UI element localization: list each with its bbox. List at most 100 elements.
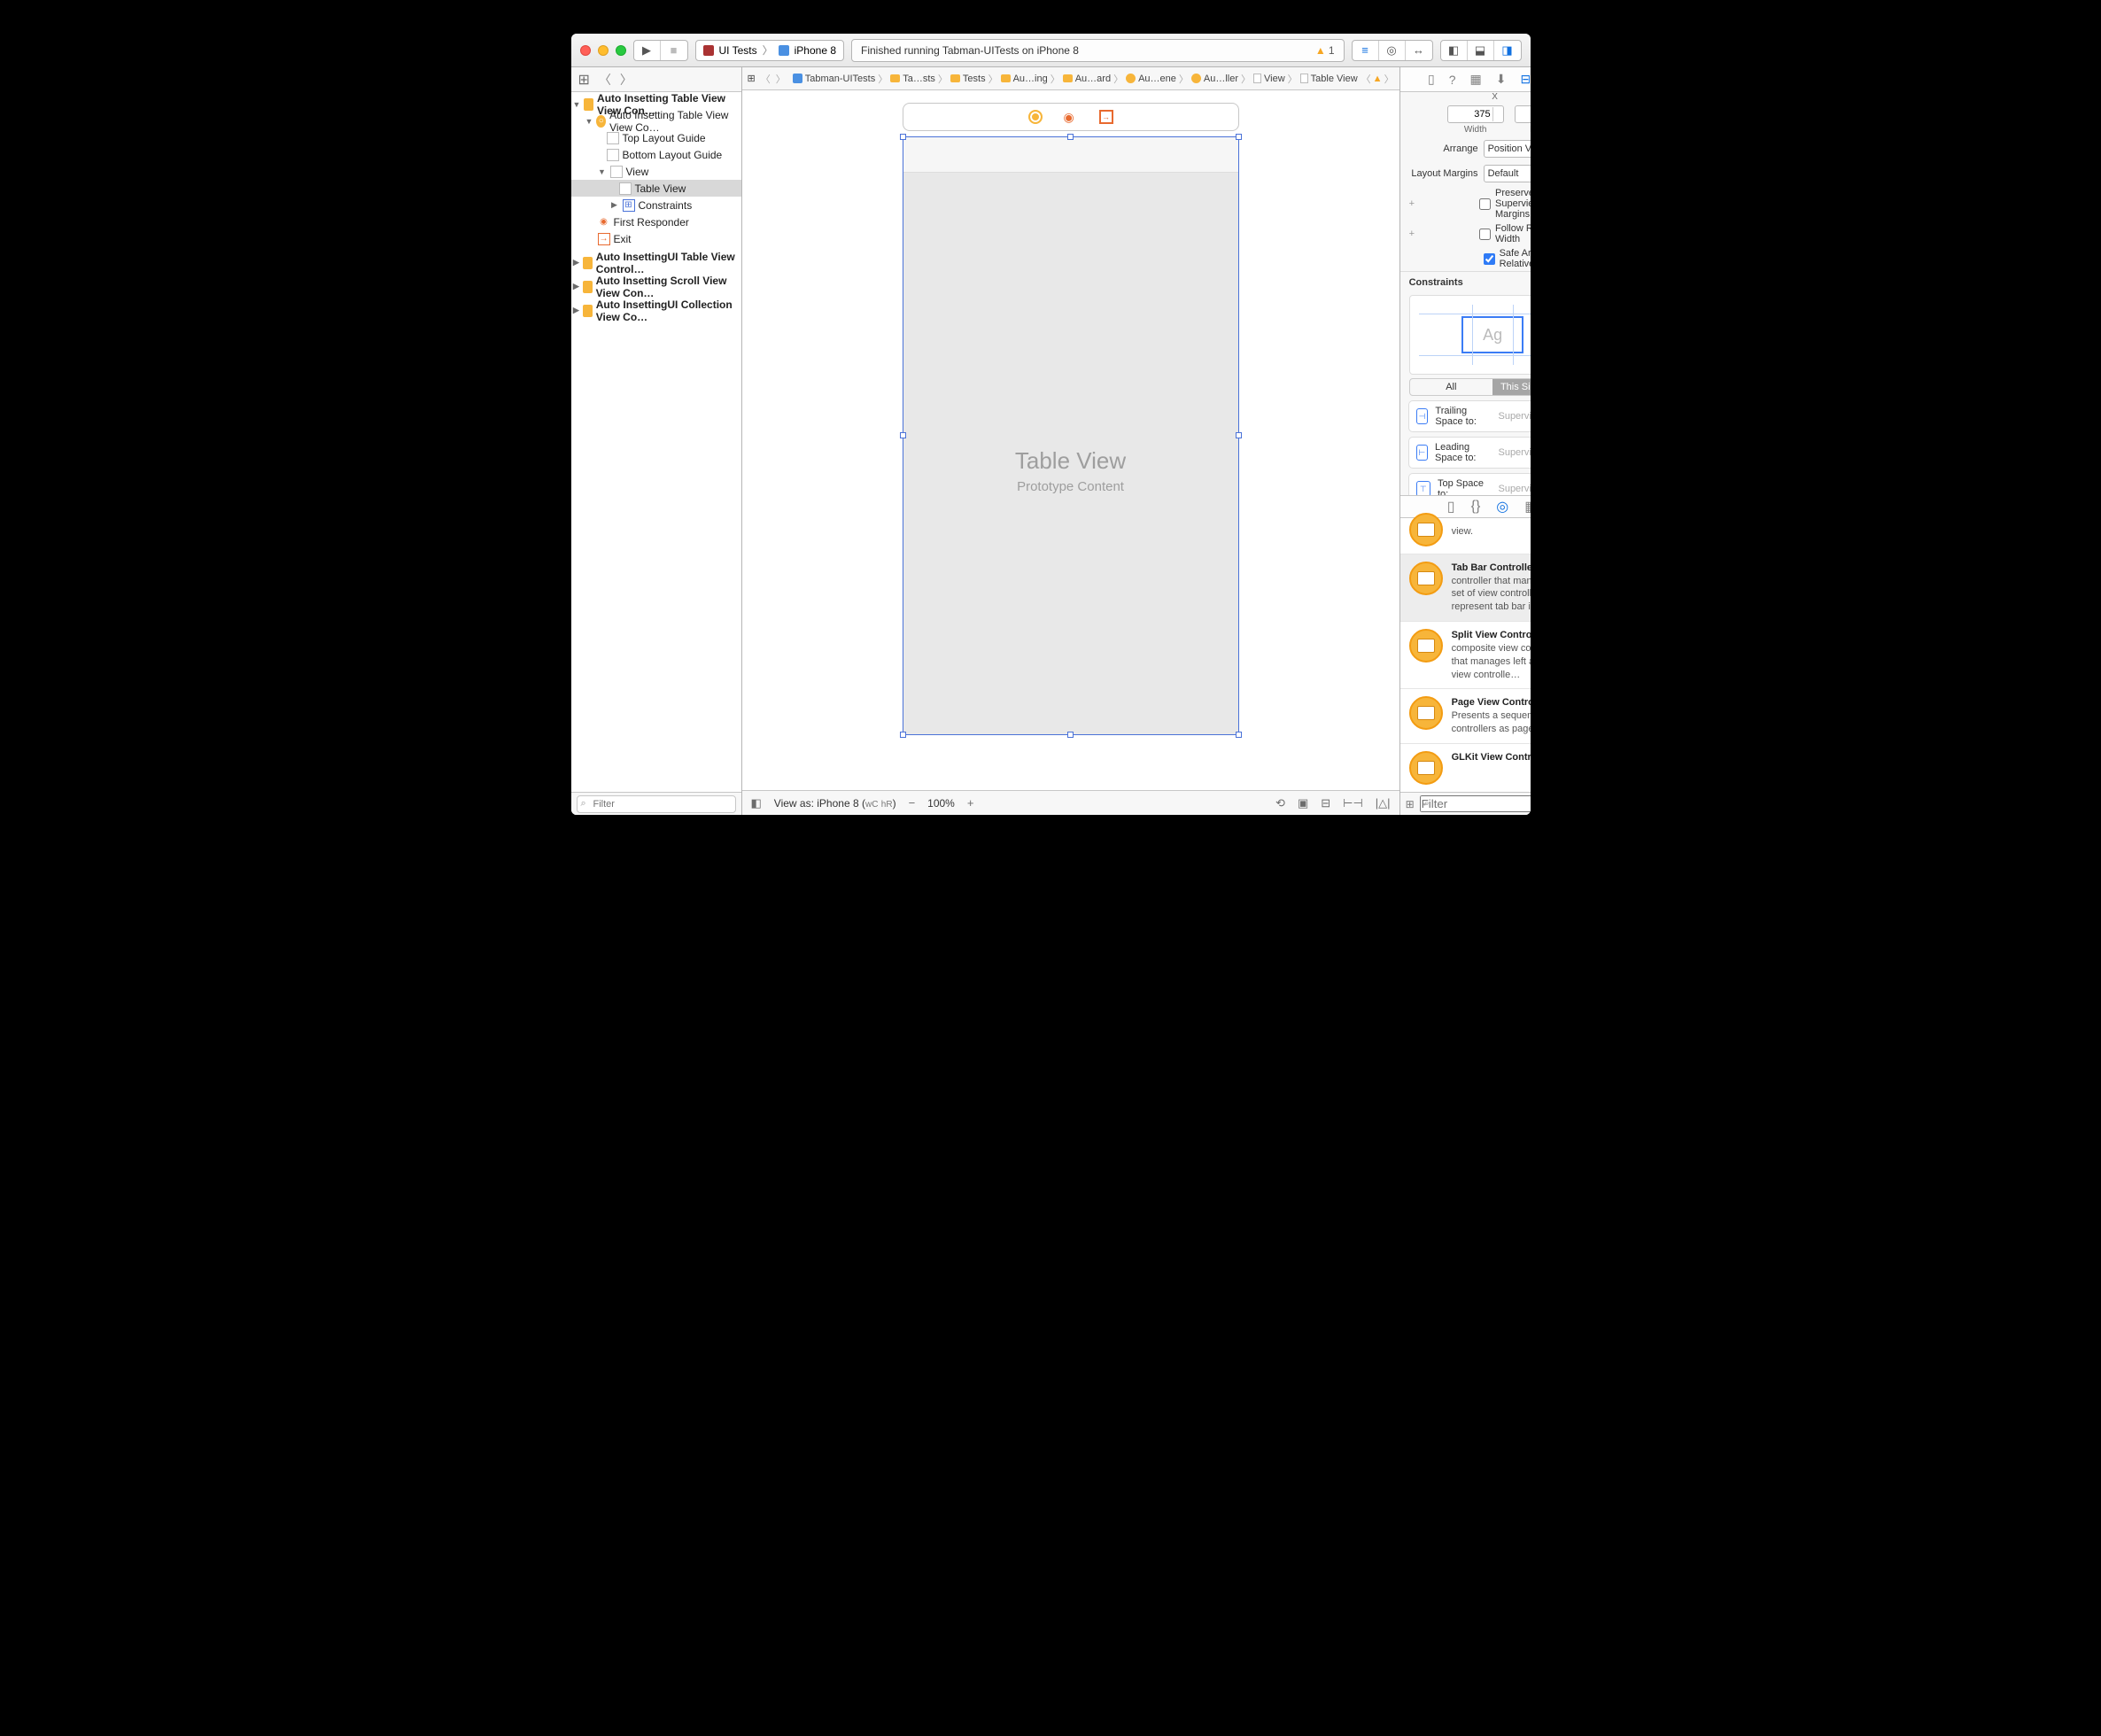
jump-related-icon[interactable]: ⊞: [748, 73, 756, 84]
zoom-out-button[interactable]: −: [909, 796, 916, 810]
media-library-tab[interactable]: ▦: [1524, 498, 1530, 515]
library-item[interactable]: GLKit View Controller - A: [1400, 744, 1531, 792]
version-editor-button[interactable]: ↔: [1406, 41, 1432, 60]
crumb-3[interactable]: Au…ing: [1001, 74, 1048, 84]
outline-bottom-guide[interactable]: Bottom Layout Guide: [571, 146, 741, 163]
size-class-toggle[interactable]: All This Size Class: [1409, 378, 1531, 396]
forward-button[interactable]: 〉: [620, 71, 632, 89]
zoom-window-button[interactable]: [616, 45, 626, 56]
standard-editor-button[interactable]: ≡: [1353, 41, 1379, 60]
back-button[interactable]: 〈: [599, 71, 611, 89]
warning-icon[interactable]: ▲: [1373, 74, 1383, 84]
resize-handle[interactable]: [1236, 732, 1242, 738]
margins-select[interactable]: Default⌄: [1484, 165, 1531, 182]
crumb-4[interactable]: Au…ard: [1063, 74, 1111, 84]
activity-status[interactable]: Finished running Tabman-UITests on iPhon…: [851, 39, 1344, 62]
exit-icon[interactable]: →: [1099, 110, 1113, 124]
viewcontroller-icon[interactable]: [1028, 110, 1043, 124]
zoom-in-button[interactable]: +: [967, 796, 974, 810]
resolve-icon[interactable]: |△|: [1376, 796, 1391, 810]
outline-exit[interactable]: → Exit: [571, 230, 741, 247]
constraint-row[interactable]: ⊤ Top Space to: Superview Edit: [1408, 473, 1531, 495]
device-screen[interactable]: Table View Prototype Content: [903, 136, 1239, 735]
object-library[interactable]: view. Tab Bar Controller - A controller …: [1400, 518, 1531, 792]
library-item[interactable]: Split View Controller - A composite view…: [1400, 622, 1531, 689]
crumb-0[interactable]: Tabman-UITests: [793, 74, 875, 84]
preserve-superview-checkbox[interactable]: [1479, 198, 1491, 210]
constraint-row[interactable]: ⊣ Trailing Space to: Superview Edit: [1408, 400, 1531, 432]
resize-handle[interactable]: [1067, 134, 1074, 140]
outline-filter-input[interactable]: [577, 795, 736, 813]
run-button[interactable]: ▶: [634, 41, 661, 60]
file-template-tab[interactable]: ▯: [1447, 498, 1455, 515]
safe-area-checkbox[interactable]: [1484, 253, 1495, 265]
document-outline[interactable]: ▼ Auto Insetting Table View View Con… ▼○…: [571, 92, 741, 792]
assistant-editor-button[interactable]: ◎: [1379, 41, 1406, 60]
library-item[interactable]: Page View Controller - Presents a sequen…: [1400, 689, 1531, 744]
code-snippet-tab[interactable]: {}: [1471, 499, 1481, 515]
jump-back[interactable]: 〈: [761, 72, 771, 86]
outline-first-responder[interactable]: ◉ First Responder: [571, 213, 741, 230]
pin-icon[interactable]: ⊢⊣: [1343, 796, 1363, 810]
constraints-preview[interactable]: Ag: [1409, 295, 1531, 375]
align-icon[interactable]: ⊟: [1321, 796, 1330, 810]
scene-dock[interactable]: ◉ →: [903, 103, 1239, 131]
update-frames-icon[interactable]: ⟲: [1275, 796, 1285, 810]
jump-fwd[interactable]: 〉: [776, 72, 786, 86]
ib-canvas[interactable]: ◉ → Table View Prototype Content: [742, 90, 1399, 790]
toggle-inspector-button[interactable]: ◨: [1494, 41, 1521, 60]
scheme-selector[interactable]: UI Tests 〉 iPhone 8: [695, 40, 845, 61]
stop-button[interactable]: ■: [661, 41, 687, 60]
size-inspector-tab[interactable]: ⊟: [1520, 72, 1530, 87]
first-responder-icon[interactable]: ◉: [1064, 110, 1078, 124]
object-library-tab[interactable]: ◎: [1496, 498, 1508, 515]
crumb-5[interactable]: Au…ene: [1126, 74, 1176, 84]
resize-handle[interactable]: [900, 134, 906, 140]
crumb-8[interactable]: Table View: [1300, 74, 1358, 84]
width-field[interactable]: [1447, 105, 1504, 123]
resize-handle[interactable]: [1236, 134, 1242, 140]
zoom-level[interactable]: 100%: [927, 797, 955, 810]
resize-handle[interactable]: [900, 432, 906, 438]
outline-sibling-2[interactable]: ▶ Auto InsettingUI Collection View Co…: [571, 302, 741, 319]
related-items-icon[interactable]: ⊞: [578, 71, 590, 89]
readable-width-checkbox[interactable]: [1479, 229, 1491, 240]
library-filter-input[interactable]: [1420, 795, 1531, 812]
crumb-6[interactable]: Au…ller: [1191, 74, 1238, 84]
view-as-button[interactable]: View as: iPhone 8 (wC hR): [774, 797, 896, 810]
warning-indicator[interactable]: ▲ 1: [1315, 44, 1335, 57]
outline-constraints[interactable]: ▶⊞ Constraints: [571, 197, 741, 213]
toggle-outline-icon[interactable]: ◧: [751, 796, 762, 810]
jump-bar[interactable]: ⊞ 〈 〉 Tabman-UITests〉 Ta…sts〉 Tests〉 Au……: [742, 67, 1399, 90]
constraint-row[interactable]: ⊢ Leading Space to: Superview Edit: [1408, 437, 1531, 469]
outline-sibling-0[interactable]: ▶ Auto InsettingUI Table View Control…: [571, 254, 741, 271]
resize-handle[interactable]: [900, 732, 906, 738]
library-item[interactable]: view.: [1400, 518, 1531, 554]
library-item[interactable]: Tab Bar Controller - A controller that m…: [1400, 554, 1531, 622]
outline-view[interactable]: ▼ View: [571, 163, 741, 180]
jump-next-issue[interactable]: 〉: [1384, 72, 1394, 86]
toggle-all[interactable]: All: [1410, 379, 1493, 395]
jump-prev-issue[interactable]: 〈: [1361, 72, 1371, 86]
embed-icon[interactable]: ▣: [1298, 796, 1308, 810]
resize-handle[interactable]: [1067, 732, 1074, 738]
crumb-2[interactable]: Tests: [950, 74, 986, 84]
outline-tableview[interactable]: Table View: [571, 180, 741, 197]
close-window-button[interactable]: [580, 45, 591, 56]
identity-inspector-tab[interactable]: ▦: [1470, 72, 1482, 87]
attributes-inspector-tab[interactable]: ⬇: [1496, 72, 1507, 87]
arrange-select[interactable]: Position View⌄: [1484, 140, 1531, 158]
toggle-this[interactable]: This Size Class: [1492, 379, 1530, 395]
toggle-debug-button[interactable]: ⬓: [1468, 41, 1494, 60]
resize-handle[interactable]: [1236, 432, 1242, 438]
add-variation-icon[interactable]: +: [1409, 229, 1415, 239]
help-inspector-tab[interactable]: ?: [1449, 73, 1456, 87]
outline-sibling-1[interactable]: ▶ Auto Insetting Scroll View View Con…: [571, 278, 741, 295]
height-field[interactable]: [1515, 105, 1531, 123]
crumb-1[interactable]: Ta…sts: [890, 74, 935, 84]
file-inspector-tab[interactable]: ▯: [1428, 72, 1435, 87]
crumb-7[interactable]: View: [1253, 74, 1285, 84]
toggle-navigator-button[interactable]: ◧: [1441, 41, 1468, 60]
grid-view-icon[interactable]: ⊞: [1406, 798, 1415, 810]
minimize-window-button[interactable]: [598, 45, 609, 56]
